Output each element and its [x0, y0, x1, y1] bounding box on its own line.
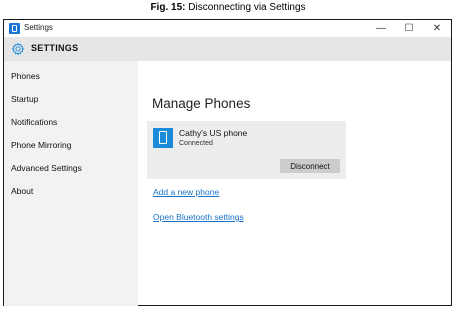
app-icon — [9, 23, 20, 34]
add-new-phone-link[interactable]: Add a new phone — [153, 187, 219, 197]
settings-window: Settings — ☐ ✕ SETTINGS Phones Startup N… — [3, 19, 452, 306]
window-title: Settings — [24, 23, 53, 32]
figure-caption-text: Disconnecting via Settings — [185, 2, 306, 13]
page-title: Manage Phones — [152, 96, 251, 111]
gear-icon — [11, 42, 25, 56]
phone-icon — [153, 128, 173, 148]
minimize-button[interactable]: — — [367, 20, 395, 37]
maximize-button[interactable]: ☐ — [395, 20, 423, 37]
close-button[interactable]: ✕ — [423, 20, 451, 37]
phone-name: Cathy's US phone — [179, 128, 248, 138]
settings-header: SETTINGS — [4, 37, 451, 61]
main-content: Manage Phones Cathy's US phone Connected… — [138, 61, 451, 305]
sidebar-item-notifications[interactable]: Notifications — [11, 117, 57, 127]
sidebar-item-phone-mirroring[interactable]: Phone Mirroring — [11, 140, 71, 150]
title-bar[interactable]: Settings — ☐ ✕ — [4, 20, 451, 37]
sidebar-item-advanced-settings[interactable]: Advanced Settings — [11, 163, 82, 173]
header-title: SETTINGS — [31, 43, 79, 53]
sidebar-item-about[interactable]: About — [11, 186, 33, 196]
figure-number: Fig. 15: — [150, 2, 186, 13]
phone-status: Connected — [179, 140, 213, 147]
open-bluetooth-settings-link[interactable]: Open Bluetooth settings — [153, 212, 244, 222]
sidebar-item-phones[interactable]: Phones — [11, 71, 40, 81]
sidebar-item-startup[interactable]: Startup — [11, 94, 38, 104]
sidebar: Phones Startup Notifications Phone Mirro… — [4, 61, 138, 306]
phone-card: Cathy's US phone Connected Disconnect — [147, 121, 346, 179]
disconnect-button[interactable]: Disconnect — [280, 159, 340, 173]
figure-caption: Fig. 15: Disconnecting via Settings — [0, 2, 456, 13]
